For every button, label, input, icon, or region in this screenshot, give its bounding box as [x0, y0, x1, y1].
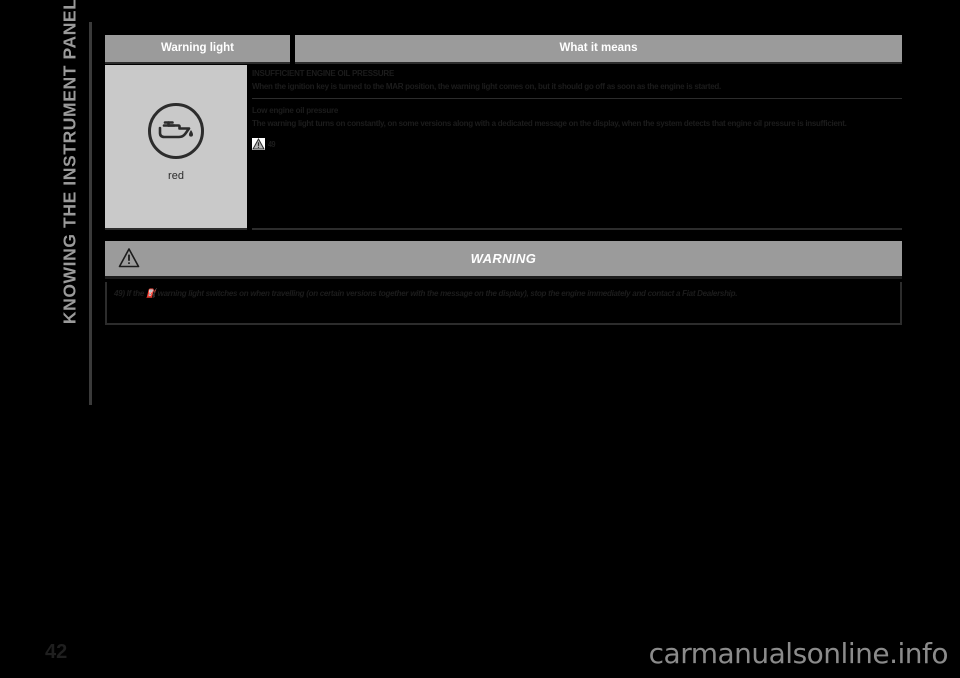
column-header-warning-light: Warning light [105, 35, 290, 64]
warning-triangle-icon [118, 248, 140, 268]
table-header-row: Warning light What it means [105, 35, 902, 64]
warning-band: WARNING [105, 241, 902, 279]
page-number: 42 [45, 641, 68, 663]
chapter-tab: KNOWING THE INSTRUMENT PANEL [0, 0, 100, 420]
section-divider [252, 97, 902, 99]
section-heading: Low engine oil pressure [252, 104, 339, 115]
warning-band-title: WARNING [470, 251, 537, 266]
footnote-reference: 49 [252, 138, 902, 150]
section-heading: INSUFFICIENT ENGINE OIL PRESSURE [252, 68, 395, 78]
footnote-reference-number: 49 [268, 139, 276, 149]
section-body: When the ignition key is turned to the M… [252, 81, 721, 91]
what-it-means-cell: INSUFFICIENT ENGINE OIL PRESSURE When th… [252, 65, 902, 230]
oil-pressure-telltale-icon [148, 103, 204, 159]
section-insufficient-oil-pressure: INSUFFICIENT ENGINE OIL PRESSURE When th… [252, 65, 902, 94]
section-low-oil-pressure: Low engine oil pressure The warning ligh… [252, 102, 902, 131]
chapter-title: KNOWING THE INSTRUMENT PANEL [59, 0, 80, 325]
warning-light-cell: red [105, 65, 247, 230]
section-body: The warning light turns on constantly, o… [252, 117, 847, 128]
column-header-what-it-means: What it means [295, 35, 902, 64]
warning-text-box: 49) If the ⛽ warning light switches on w… [105, 282, 902, 325]
warning-triangle-icon [252, 138, 265, 150]
warning-text: 49) If the ⛽ warning light switches on w… [114, 288, 738, 298]
watermark: carmanualsonline.info [648, 637, 949, 670]
chapter-rule-divider [89, 22, 92, 405]
warning-light-colour-label: red [168, 170, 184, 182]
warning-light-table: Warning light What it means red INSUFFIC… [105, 35, 902, 230]
table-row: red INSUFFICIENT ENGINE OIL PRESSURE Whe… [105, 65, 902, 230]
